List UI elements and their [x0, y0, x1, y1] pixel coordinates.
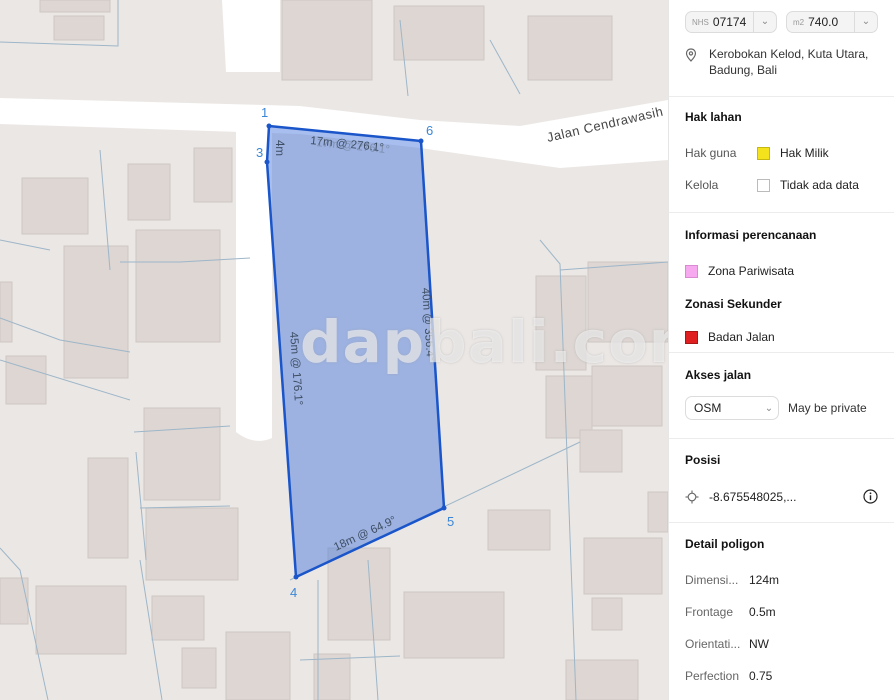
dimensi-value: 124m [749, 573, 780, 587]
hak-guna-label: Hak guna [685, 146, 737, 160]
vertex-label-1: 1 [261, 105, 268, 120]
orientation-value: NW [749, 637, 769, 651]
vertex-label-4: 4 [290, 585, 297, 600]
chevron-down-icon: ⌄ [764, 402, 774, 414]
zona-value: Zona Pariwisata [708, 264, 795, 278]
vertex-label-3: 3 [256, 145, 263, 160]
location-pin-icon [685, 48, 697, 62]
perencanaan-section: Informasi perencanaan Zona Pariwisata Zo… [669, 213, 894, 353]
zonasi-sekunder-title: Zonasi Sekunder [685, 297, 782, 311]
akses-section: Akses jalan OSM ⌄ May be private [669, 353, 894, 439]
hak-milik-swatch [757, 146, 770, 160]
chevron-down-icon: ⌄ [854, 12, 877, 32]
perencanaan-title: Informasi perencanaan [685, 228, 817, 242]
crosshair-icon [685, 490, 699, 503]
area-prefix: m2 [793, 17, 805, 27]
hak-lahan-title: Hak lahan [685, 110, 742, 124]
address-text: Kerobokan Kelod, Kuta Utara, Badung, Bal… [708, 47, 869, 77]
dimensi-label: Dimensi... [685, 573, 739, 587]
info-icon[interactable] [863, 489, 878, 504]
kelola-label: Kelola [685, 178, 719, 192]
map-view[interactable]: 1 3 4 5 6 17m @ 276.1° 17m @ 276.1° 4m 4… [0, 0, 668, 700]
akses-note: May be private [788, 401, 867, 415]
akses-select-value: OSM [694, 401, 722, 415]
perfection-value: 0.75 [749, 669, 773, 683]
road-side-upper [222, 0, 280, 72]
posisi-section: Posisi -8.675548025,... [669, 439, 894, 523]
hak-guna-value: Hak Milik [780, 146, 829, 160]
kelola-swatch [757, 178, 770, 192]
nib-prefix: NHS [692, 17, 709, 27]
badan-jalan-value: Badan Jalan [708, 330, 775, 344]
akses-title: Akses jalan [685, 368, 752, 382]
posisi-title: Posisi [685, 453, 721, 467]
chevron-down-icon: ⌄ [753, 12, 776, 32]
akses-select[interactable]: OSM ⌄ [685, 396, 779, 420]
nib-select[interactable]: NHS 07174 ⌄ [685, 11, 777, 33]
perfection-label: Perfection [685, 669, 740, 683]
orientation-label: Orientati... [685, 637, 741, 651]
vertex-label-6: 6 [426, 123, 433, 138]
detail-section: Detail poligon Dimensi... 124m Frontage … [669, 523, 894, 683]
info-panel: NHS 07174 ⌄ m2 740.0 ⌄ Kerobokan Kelod, … [668, 0, 894, 700]
hak-lahan-section: Hak lahan Hak guna Hak Milik Kelola Tida… [669, 97, 894, 213]
zona-swatch [685, 264, 698, 278]
watermark: dapbali.com [300, 308, 668, 376]
nib-value: 07174 [712, 15, 747, 29]
kelola-value: Tidak ada data [780, 178, 859, 192]
area-value: 740.0 [808, 15, 839, 29]
frontage-label: Frontage [685, 605, 734, 619]
vertex-label-5: 5 [447, 514, 454, 529]
detail-title: Detail poligon [685, 537, 765, 551]
area-select[interactable]: m2 740.0 ⌄ [786, 11, 878, 33]
header-section: NHS 07174 ⌄ m2 740.0 ⌄ Kerobokan Kelod, … [669, 0, 894, 97]
edge-label-short: 4m [273, 140, 285, 156]
badan-jalan-swatch [685, 330, 698, 344]
frontage-value: 0.5m [749, 605, 776, 619]
posisi-value: -8.675548025,... [709, 489, 797, 504]
